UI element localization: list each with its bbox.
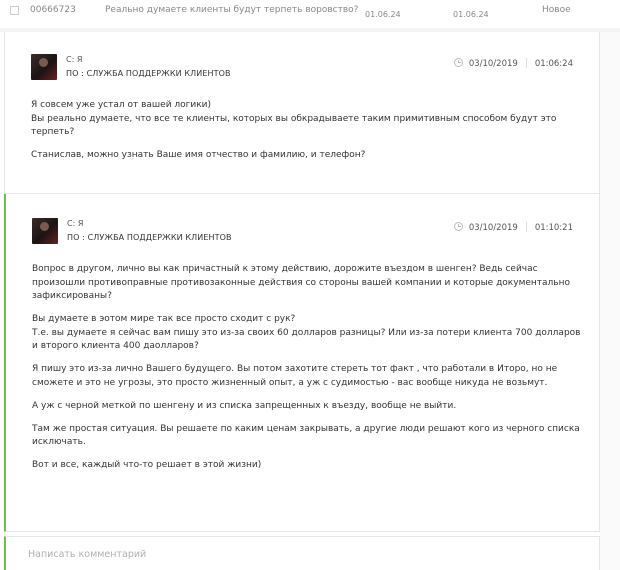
message-paragraph: А уж с черной меткой по шенгену и из спи… (32, 400, 457, 411)
message-paragraph: Я пишу это из-за лично Вашего будущего. … (32, 364, 558, 388)
message-paragraph: Вопрос в другом, лично вы как причастный… (32, 264, 570, 301)
clock-icon (453, 58, 463, 67)
message-body: Я совсем уже устал от вашей логики) Вы р… (31, 99, 587, 172)
message-date: 03/10/2019 (468, 59, 518, 69)
page-gutter (600, 32, 620, 570)
comment-box (4, 536, 600, 570)
comment-input[interactable] (28, 549, 568, 560)
ticket-created-date: 01.06.24 (365, 10, 401, 19)
message-timestamp: 03/10/2019 01:10:21 (453, 222, 573, 233)
ticket-subject[interactable]: Реально думаете клиенты будут терпеть во… (105, 5, 358, 15)
row-checkbox[interactable] (10, 6, 19, 15)
ticket-row[interactable]: 00666723 Реально думаете клиенты будут т… (0, 0, 620, 28)
ticket-status: Новое (542, 5, 571, 15)
separator (525, 222, 527, 232)
message-paragraph: Там же простая ситуация. Вы решаете по к… (32, 423, 580, 448)
message-paragraph: Я совсем уже устал от вашей логики) Вы р… (31, 100, 557, 137)
message-from: С: Я (67, 219, 84, 228)
message-to: ПО : СЛУЖБА ПОДДЕРЖКИ КЛИЕНТОВ (67, 233, 232, 242)
message-time: 01:10:21 (534, 223, 573, 233)
avatar (31, 54, 57, 80)
message-paragraph: Станислав, можно узнать Ваше имя отчеств… (31, 150, 366, 160)
ticket-id: 00666723 (30, 5, 76, 15)
message-from: С: Я (66, 55, 83, 64)
message-timestamp: 03/10/2019 01:06:24 (453, 58, 573, 69)
message-card-active: С: Я ПО : СЛУЖБА ПОДДЕРЖКИ КЛИЕНТОВ 03/1… (4, 194, 600, 532)
avatar (32, 218, 58, 244)
message-to: ПО : СЛУЖБА ПОДДЕРЖКИ КЛИЕНТОВ (66, 69, 231, 78)
ticket-updated-date: 01.06.24 (453, 10, 489, 19)
message-paragraph: Вот и все, каждый что-то решает в этой ж… (32, 460, 262, 470)
separator (525, 58, 527, 68)
message-time: 01:06:24 (534, 59, 573, 69)
message-paragraph: Вы думаете в эотом мире так все просто с… (32, 314, 581, 351)
message-card: С: Я ПО : СЛУЖБА ПОДДЕРЖКИ КЛИЕНТОВ 03/1… (4, 32, 600, 194)
message-date: 03/10/2019 (468, 223, 518, 233)
message-body: Вопрос в другом, лично вы как причастный… (32, 263, 588, 482)
clock-icon (453, 222, 463, 231)
